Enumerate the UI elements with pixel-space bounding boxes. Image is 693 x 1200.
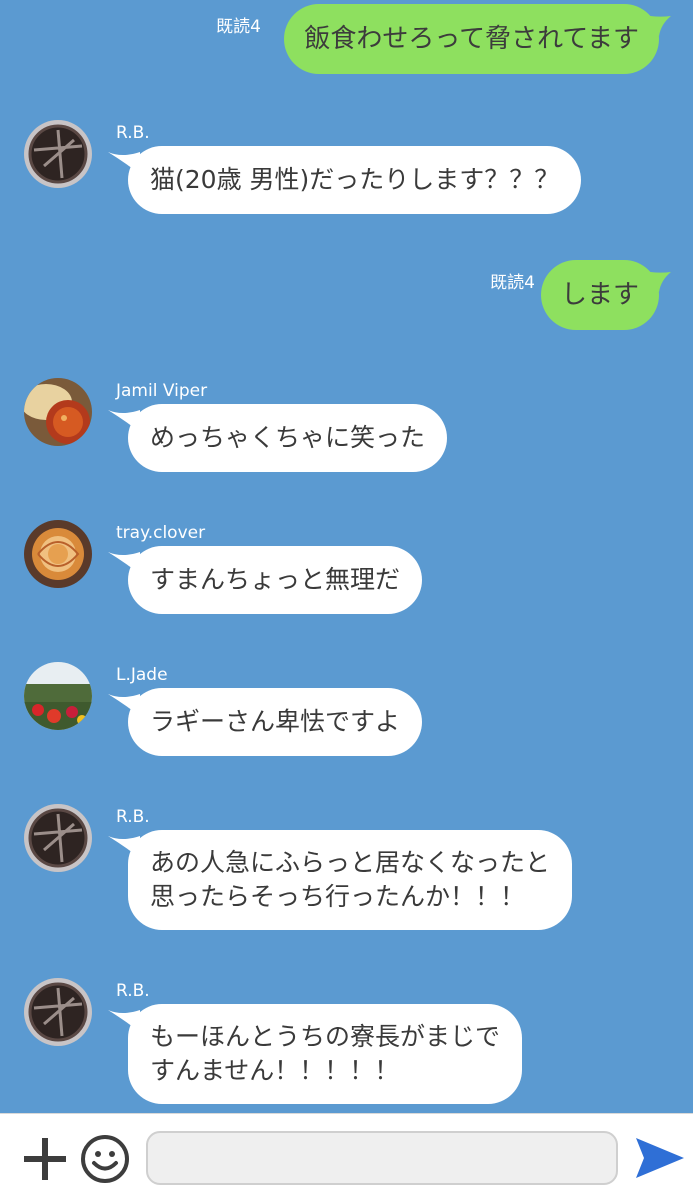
message-text: 飯食わせろって脅されてます (304, 24, 639, 54)
message-input[interactable] (146, 1131, 618, 1185)
chocolate-tart-avatar[interactable] (24, 978, 92, 1046)
message-bubble[interactable]: 猫(20歳 男性)だったりします？？？ (128, 146, 582, 214)
message-text-line: 思ったらそっち行ったんか！！！ (150, 882, 526, 911)
message-bubble[interactable]: あの人急にふらっと居なくなったと 思ったらそっち行ったんか！！！ (128, 830, 573, 930)
sent-message: 既読4 します (0, 260, 693, 332)
message-bubble[interactable]: 飯食わせろって脅されてます (284, 4, 659, 74)
message-bubble[interactable]: します (540, 260, 659, 330)
message-bubble[interactable]: すまんちょっと無理だ (128, 546, 423, 614)
sender-name: R.B. (116, 807, 150, 827)
sent-message: 既読4 飯食わせろって脅されてます (0, 4, 693, 76)
sender-name: tray.clover (116, 523, 206, 543)
message-text: 猫(20歳 男性)だったりします？？？ (150, 165, 560, 194)
message-text: ラギーさん卑怯ですよ (150, 707, 401, 736)
message-text-line: もーほんとうちの寮長がまじで (150, 1022, 501, 1051)
message-input-bar (0, 1113, 693, 1200)
send-arrow-icon[interactable] (634, 1136, 686, 1180)
apple-rose-tart-avatar[interactable] (24, 520, 92, 588)
sender-name: R.B. (116, 123, 150, 143)
chat-area[interactable]: 既読4 飯食わせろって脅されてます R.B. 猫(20歳 男性)だったりします？… (0, 0, 693, 1113)
sender-name: L.Jade (116, 665, 168, 685)
chocolate-tart-avatar[interactable] (24, 120, 92, 188)
message-text-line: あの人急にふらっと居なくなったと (150, 848, 551, 877)
chocolate-tart-avatar[interactable] (24, 804, 92, 872)
message-text: すまんちょっと無理だ (150, 565, 401, 594)
sender-name: Jamil Viper (116, 381, 208, 401)
read-receipt: 既読4 (490, 273, 535, 293)
sender-name: R.B. (116, 981, 150, 1001)
message-text: めっちゃくちゃに笑った (150, 423, 426, 452)
plus-icon[interactable] (22, 1136, 68, 1182)
message-text-line: すんません！！！！！ (150, 1056, 400, 1085)
message-text: します (560, 280, 639, 310)
message-bubble[interactable]: もーほんとうちの寮長がまじで すんません！！！！！ (128, 1004, 523, 1104)
message-bubble[interactable]: ラギーさん卑怯ですよ (128, 688, 423, 756)
smiley-icon[interactable] (80, 1134, 130, 1184)
flower-field-avatar[interactable] (24, 662, 92, 730)
message-bubble[interactable]: めっちゃくちゃに笑った (128, 404, 448, 472)
curry-bread-avatar[interactable] (24, 378, 92, 446)
read-receipt: 既読4 (216, 17, 261, 37)
